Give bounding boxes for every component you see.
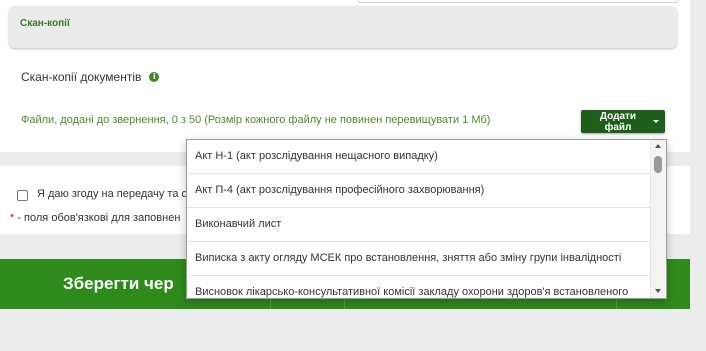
dropdown-item[interactable]: Акт П-4 (акт розслідування професійного … [187, 174, 650, 208]
scroll-thumb[interactable] [654, 156, 662, 173]
consent-checkbox[interactable] [17, 190, 28, 201]
scan-documents-label: Скан-копії документів i [21, 70, 160, 84]
required-fields-note: * - поля обов'язкові для заповнен [10, 212, 180, 224]
dropdown-item[interactable]: Виконавчий лист [187, 208, 650, 242]
required-note-text: - поля обов'язкові для заповнен [14, 212, 181, 224]
dropdown-item[interactable]: Висновок лікарсько-консультативної коміс… [187, 276, 650, 298]
consent-text: Я даю згоду на передачу та об [37, 188, 194, 200]
previous-field-input[interactable] [357, 0, 679, 3]
scroll-up-icon[interactable] [655, 144, 661, 148]
dropdown-item[interactable]: Акт Н-1 (акт розслідування нещасного вип… [187, 140, 650, 174]
dropdown-list: Акт Н-1 (акт розслідування нещасного вип… [187, 140, 650, 298]
save-draft-button[interactable]: Зберегти чер [63, 274, 174, 294]
add-file-button[interactable]: Додати файл [581, 110, 665, 133]
file-type-dropdown: Акт Н-1 (акт розслідування нещасного вип… [186, 139, 667, 299]
scan-documents-label-text: Скан-копії документів [21, 70, 142, 84]
add-file-label: Додати файл [599, 110, 637, 133]
scan-copies-section-header[interactable]: Скан-копії [9, 6, 677, 48]
dropdown-scrollbar[interactable] [650, 140, 666, 298]
section-title: Скан-копії [20, 18, 70, 29]
scroll-down-icon[interactable] [655, 289, 661, 293]
dropdown-item[interactable]: Виписка з акту огляду МСЕК про встановле… [187, 242, 650, 276]
files-count-info: Файли, додані до звернення, 0 з 50 (Розм… [21, 114, 491, 126]
caret-down-icon [653, 120, 659, 123]
info-icon[interactable]: i [149, 72, 160, 82]
scan-copies-card: Скан-копії Скан-копії документів i Файли… [0, 0, 690, 152]
